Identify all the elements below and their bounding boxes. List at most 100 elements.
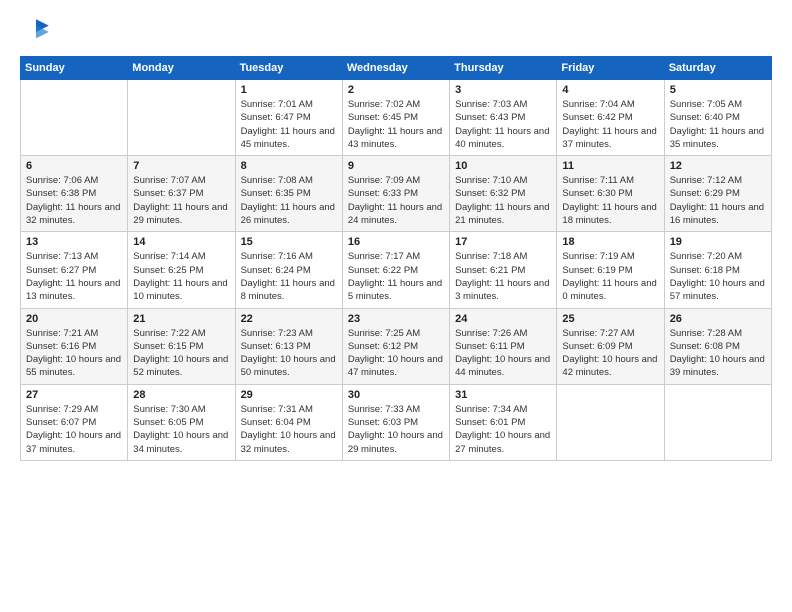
day-number: 16 <box>348 236 444 248</box>
day-info: Sunrise: 7:29 AMSunset: 6:07 PMDaylight:… <box>26 403 122 456</box>
day-number: 8 <box>241 160 337 172</box>
day-number: 28 <box>133 389 229 401</box>
day-number: 7 <box>133 160 229 172</box>
calendar-cell <box>128 80 235 156</box>
calendar-cell: 16 Sunrise: 7:17 AMSunset: 6:22 PMDayligh… <box>342 232 449 308</box>
calendar-cell: 31 Sunrise: 7:34 AMSunset: 6:01 PMDayligh… <box>450 384 557 460</box>
day-info: Sunrise: 7:09 AMSunset: 6:33 PMDaylight:… <box>348 174 444 227</box>
day-info: Sunrise: 7:11 AMSunset: 6:30 PMDaylight:… <box>562 174 658 227</box>
day-info: Sunrise: 7:08 AMSunset: 6:35 PMDaylight:… <box>241 174 337 227</box>
day-number: 14 <box>133 236 229 248</box>
day-number: 2 <box>348 84 444 96</box>
day-info: Sunrise: 7:21 AMSunset: 6:16 PMDaylight:… <box>26 327 122 380</box>
day-info: Sunrise: 7:05 AMSunset: 6:40 PMDaylight:… <box>670 98 766 151</box>
calendar-cell: 9 Sunrise: 7:09 AMSunset: 6:33 PMDaylight… <box>342 156 449 232</box>
day-info: Sunrise: 7:07 AMSunset: 6:37 PMDaylight:… <box>133 174 229 227</box>
day-number: 31 <box>455 389 551 401</box>
logo <box>20 16 56 48</box>
calendar-week-row: 1 Sunrise: 7:01 AMSunset: 6:47 PMDaylight… <box>21 80 772 156</box>
day-number: 6 <box>26 160 122 172</box>
calendar-cell: 19 Sunrise: 7:20 AMSunset: 6:18 PMDayligh… <box>664 232 771 308</box>
calendar-cell: 26 Sunrise: 7:28 AMSunset: 6:08 PMDayligh… <box>664 308 771 384</box>
day-of-week-header: Wednesday <box>342 57 449 80</box>
day-number: 15 <box>241 236 337 248</box>
day-number: 9 <box>348 160 444 172</box>
day-number: 26 <box>670 313 766 325</box>
day-info: Sunrise: 7:14 AMSunset: 6:25 PMDaylight:… <box>133 250 229 303</box>
day-info: Sunrise: 7:10 AMSunset: 6:32 PMDaylight:… <box>455 174 551 227</box>
calendar-cell <box>557 384 664 460</box>
calendar-week-row: 13 Sunrise: 7:13 AMSunset: 6:27 PMDayligh… <box>21 232 772 308</box>
calendar-cell: 22 Sunrise: 7:23 AMSunset: 6:13 PMDayligh… <box>235 308 342 384</box>
calendar-cell: 7 Sunrise: 7:07 AMSunset: 6:37 PMDaylight… <box>128 156 235 232</box>
day-number: 13 <box>26 236 122 248</box>
day-number: 19 <box>670 236 766 248</box>
calendar-cell: 15 Sunrise: 7:16 AMSunset: 6:24 PMDayligh… <box>235 232 342 308</box>
calendar-cell: 12 Sunrise: 7:12 AMSunset: 6:29 PMDayligh… <box>664 156 771 232</box>
header-row: SundayMondayTuesdayWednesdayThursdayFrid… <box>21 57 772 80</box>
day-info: Sunrise: 7:18 AMSunset: 6:21 PMDaylight:… <box>455 250 551 303</box>
day-info: Sunrise: 7:31 AMSunset: 6:04 PMDaylight:… <box>241 403 337 456</box>
day-number: 21 <box>133 313 229 325</box>
day-number: 29 <box>241 389 337 401</box>
header <box>20 16 772 48</box>
calendar-cell: 8 Sunrise: 7:08 AMSunset: 6:35 PMDaylight… <box>235 156 342 232</box>
calendar-cell: 21 Sunrise: 7:22 AMSunset: 6:15 PMDayligh… <box>128 308 235 384</box>
day-number: 11 <box>562 160 658 172</box>
calendar-cell: 4Sunrise: 7:04 AMSunset: 6:42 PMDaylight… <box>557 80 664 156</box>
day-of-week-header: Monday <box>128 57 235 80</box>
day-info: Sunrise: 7:17 AMSunset: 6:22 PMDaylight:… <box>348 250 444 303</box>
day-of-week-header: Friday <box>557 57 664 80</box>
day-number: 20 <box>26 313 122 325</box>
day-number: 22 <box>241 313 337 325</box>
calendar-cell: 3 Sunrise: 7:03 AMSunset: 6:43 PMDaylight… <box>450 80 557 156</box>
calendar-cell: 30Sunrise: 7:33 AMSunset: 6:03 PMDayligh… <box>342 384 449 460</box>
day-info: Sunrise: 7:22 AMSunset: 6:15 PMDaylight:… <box>133 327 229 380</box>
day-info: Sunrise: 7:02 AMSunset: 6:45 PMDaylight:… <box>348 98 444 151</box>
calendar-cell: 27 Sunrise: 7:29 AMSunset: 6:07 PMDayligh… <box>21 384 128 460</box>
calendar-cell: 10 Sunrise: 7:10 AMSunset: 6:32 PMDayligh… <box>450 156 557 232</box>
calendar-cell: 13 Sunrise: 7:13 AMSunset: 6:27 PMDayligh… <box>21 232 128 308</box>
day-of-week-header: Tuesday <box>235 57 342 80</box>
day-info: Sunrise: 7:19 AMSunset: 6:19 PMDaylight:… <box>562 250 658 303</box>
day-number: 18 <box>562 236 658 248</box>
page: SundayMondayTuesdayWednesdayThursdayFrid… <box>0 0 792 612</box>
calendar-cell: 11 Sunrise: 7:11 AMSunset: 6:30 PMDayligh… <box>557 156 664 232</box>
day-info: Sunrise: 7:06 AMSunset: 6:38 PMDaylight:… <box>26 174 122 227</box>
day-info: Sunrise: 7:30 AMSunset: 6:05 PMDaylight:… <box>133 403 229 456</box>
day-info: Sunrise: 7:01 AMSunset: 6:47 PMDaylight:… <box>241 98 337 151</box>
day-number: 1 <box>241 84 337 96</box>
day-number: 25 <box>562 313 658 325</box>
day-info: Sunrise: 7:20 AMSunset: 6:18 PMDaylight:… <box>670 250 766 303</box>
day-info: Sunrise: 7:03 AMSunset: 6:43 PMDaylight:… <box>455 98 551 151</box>
day-of-week-header: Thursday <box>450 57 557 80</box>
calendar-cell: 28 Sunrise: 7:30 AMSunset: 6:05 PMDayligh… <box>128 384 235 460</box>
day-info: Sunrise: 7:13 AMSunset: 6:27 PMDaylight:… <box>26 250 122 303</box>
calendar-cell: 24 Sunrise: 7:26 AMSunset: 6:11 PMDayligh… <box>450 308 557 384</box>
calendar-cell: 6 Sunrise: 7:06 AMSunset: 6:38 PMDaylight… <box>21 156 128 232</box>
day-number: 17 <box>455 236 551 248</box>
day-number: 3 <box>455 84 551 96</box>
calendar-cell: 17 Sunrise: 7:18 AMSunset: 6:21 PMDayligh… <box>450 232 557 308</box>
day-info: Sunrise: 7:26 AMSunset: 6:11 PMDaylight:… <box>455 327 551 380</box>
calendar-week-row: 20 Sunrise: 7:21 AMSunset: 6:16 PMDayligh… <box>21 308 772 384</box>
day-info: Sunrise: 7:12 AMSunset: 6:29 PMDaylight:… <box>670 174 766 227</box>
day-info: Sunrise: 7:28 AMSunset: 6:08 PMDaylight:… <box>670 327 766 380</box>
day-number: 24 <box>455 313 551 325</box>
day-info: Sunrise: 7:33 AMSunset: 6:03 PMDaylight:… <box>348 403 444 456</box>
day-info: Sunrise: 7:23 AMSunset: 6:13 PMDaylight:… <box>241 327 337 380</box>
day-info: Sunrise: 7:34 AMSunset: 6:01 PMDaylight:… <box>455 403 551 456</box>
day-number: 12 <box>670 160 766 172</box>
calendar-cell: 23Sunrise: 7:25 AMSunset: 6:12 PMDayligh… <box>342 308 449 384</box>
day-number: 10 <box>455 160 551 172</box>
calendar-cell: 18 Sunrise: 7:19 AMSunset: 6:19 PMDayligh… <box>557 232 664 308</box>
day-info: Sunrise: 7:16 AMSunset: 6:24 PMDaylight:… <box>241 250 337 303</box>
logo-icon <box>20 16 52 48</box>
calendar-cell: 25Sunrise: 7:27 AMSunset: 6:09 PMDayligh… <box>557 308 664 384</box>
calendar-cell: 1 Sunrise: 7:01 AMSunset: 6:47 PMDaylight… <box>235 80 342 156</box>
day-of-week-header: Sunday <box>21 57 128 80</box>
calendar-cell: 14 Sunrise: 7:14 AMSunset: 6:25 PMDayligh… <box>128 232 235 308</box>
day-info: Sunrise: 7:04 AMSunset: 6:42 PMDaylight:… <box>562 98 658 151</box>
day-number: 27 <box>26 389 122 401</box>
calendar-cell <box>21 80 128 156</box>
